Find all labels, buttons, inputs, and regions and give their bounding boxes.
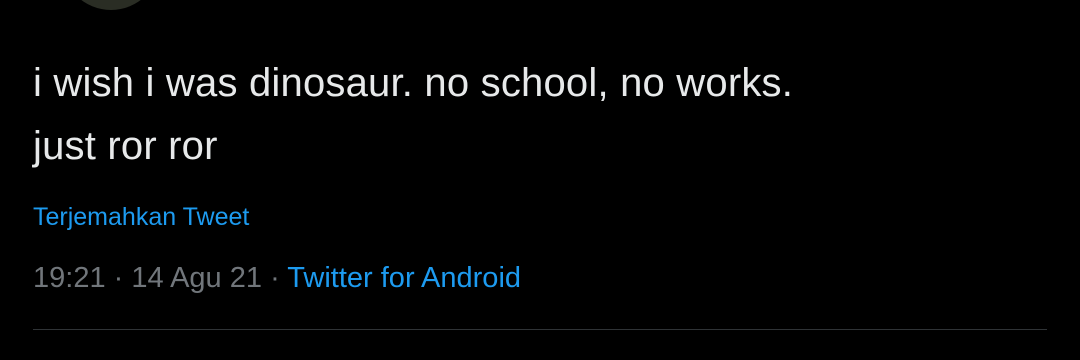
tweet-text: i wish i was dinosaur. no school, no wor… <box>33 61 794 168</box>
tweet-source-link[interactable]: Twitter for Android <box>287 262 521 294</box>
tweet-meta: 19:21 · 14 Agu 21 · Twitter for Android <box>33 259 521 297</box>
tweet-detail: i wish i was dinosaur. no school, no wor… <box>0 0 1080 360</box>
translate-tweet-link[interactable]: Terjemahkan Tweet <box>33 201 249 233</box>
tweet-date[interactable]: 14 Agu 21 <box>131 262 262 294</box>
tweet-time[interactable]: 19:21 <box>33 262 106 294</box>
divider <box>33 329 1047 330</box>
avatar[interactable] <box>62 0 160 10</box>
meta-separator: · <box>113 262 124 294</box>
meta-separator: · <box>270 262 280 294</box>
